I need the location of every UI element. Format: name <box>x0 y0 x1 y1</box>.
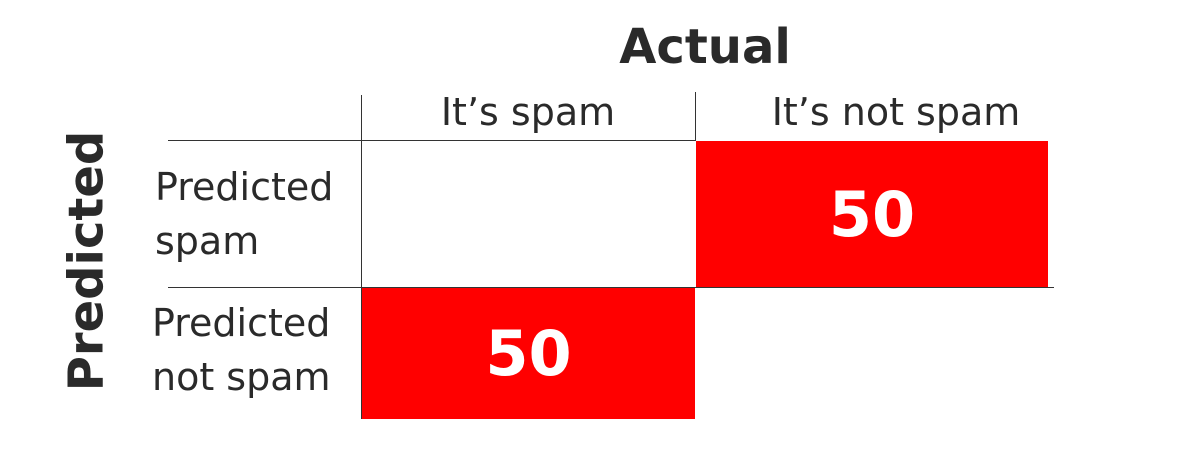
column-header-its-spam: It’s spam <box>440 90 616 134</box>
cell-predicted-spam-actual-not-spam: 50 <box>696 141 1048 287</box>
row-header-line: not spam <box>152 355 331 399</box>
cell-value: 50 <box>828 177 916 251</box>
predicted-axis-title-wrap: Predicted <box>55 118 117 404</box>
cell-value: 50 <box>485 317 572 390</box>
cell-predicted-not-spam-actual-spam: 50 <box>362 288 695 419</box>
row-header-line: Predicted <box>152 301 331 345</box>
column-header-its-not-spam: It’s not spam <box>771 90 1021 134</box>
row-header-line: Predicted <box>155 165 334 209</box>
grid-line-horizontal-top <box>168 140 696 141</box>
grid-line-vertical-middle <box>695 92 696 140</box>
predicted-axis-title: Predicted <box>58 130 114 392</box>
row-header-line: spam <box>155 219 260 263</box>
actual-axis-title: Actual <box>619 19 791 75</box>
row-header-predicted-not-spam: Predicted not spam <box>152 296 357 404</box>
row-header-predicted-spam: Predicted spam <box>155 160 360 268</box>
